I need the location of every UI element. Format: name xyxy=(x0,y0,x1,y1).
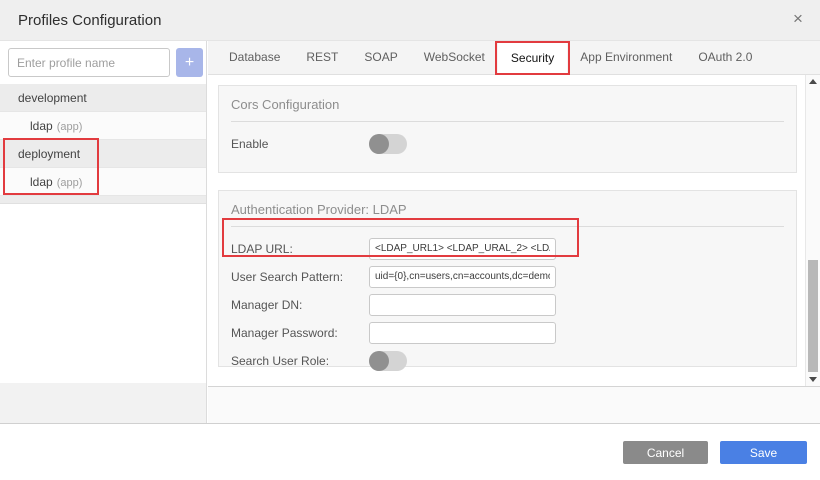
profiles-sidebar: + development ldap(app) deployment ldap(… xyxy=(0,41,207,423)
content-bottom-strip xyxy=(208,386,820,423)
app-suffix: (app) xyxy=(57,177,83,189)
security-tab-content: Cors Configuration Enable Authentication… xyxy=(208,75,820,386)
vertical-scrollbar xyxy=(805,75,820,386)
toggle-knob xyxy=(369,134,389,154)
ldap-section-title: Authentication Provider: LDAP xyxy=(231,191,784,227)
tab-bar: Database REST SOAP WebSocket Security Ap… xyxy=(208,41,820,75)
search-user-role-toggle[interactable] xyxy=(369,351,407,371)
profile-item-deployment-ldap[interactable]: ldap(app) xyxy=(0,168,206,196)
dialog-title: Profiles Configuration xyxy=(18,0,161,41)
tab-oauth[interactable]: OAuth 2.0 xyxy=(685,41,765,74)
tab-security[interactable]: Security xyxy=(498,41,567,74)
profile-name-input[interactable] xyxy=(8,48,170,77)
scroll-down-icon[interactable] xyxy=(809,377,817,382)
ldap-provider-card: Authentication Provider: LDAP LDAP URL: … xyxy=(218,190,797,367)
main-panel: Database REST SOAP WebSocket Security Ap… xyxy=(208,41,820,423)
ldap-url-input[interactable] xyxy=(369,238,556,260)
app-suffix: (app) xyxy=(57,121,83,133)
manager-password-label: Manager Password: xyxy=(231,326,369,340)
profile-list-tail xyxy=(0,196,206,204)
profiles-configuration-dialog: Profiles Configuration × + development l… xyxy=(0,0,820,480)
manager-dn-label: Manager DN: xyxy=(231,298,369,312)
manager-password-input[interactable] xyxy=(369,322,556,344)
dialog-header: Profiles Configuration × xyxy=(0,0,820,41)
cors-section-title: Cors Configuration xyxy=(231,86,784,122)
dialog-footer: Cancel Save xyxy=(0,423,820,480)
tab-soap[interactable]: SOAP xyxy=(351,41,410,74)
profile-item-deployment[interactable]: deployment xyxy=(0,140,206,168)
sidebar-bottom-strip xyxy=(0,383,206,423)
tab-app-environment[interactable]: App Environment xyxy=(567,41,685,74)
cors-enable-toggle[interactable] xyxy=(369,134,407,154)
cancel-button[interactable]: Cancel xyxy=(623,441,708,464)
close-icon[interactable]: × xyxy=(788,9,808,29)
tab-rest[interactable]: REST xyxy=(293,41,351,74)
manager-dn-input[interactable] xyxy=(369,294,556,316)
scroll-up-icon[interactable] xyxy=(809,79,817,84)
toggle-knob xyxy=(369,351,389,371)
add-profile-button[interactable]: + xyxy=(176,48,203,77)
tab-database[interactable]: Database xyxy=(216,41,293,74)
scrollbar-thumb[interactable] xyxy=(808,260,818,372)
save-button[interactable]: Save xyxy=(720,441,807,464)
search-user-role-label: Search User Role: xyxy=(231,354,369,368)
ldap-url-label: LDAP URL: xyxy=(231,242,369,256)
cors-configuration-card: Cors Configuration Enable xyxy=(218,85,797,173)
profile-item-development-ldap[interactable]: ldap(app) xyxy=(0,112,206,140)
profile-list: development ldap(app) deployment ldap(ap… xyxy=(0,84,206,204)
user-search-pattern-label: User Search Pattern: xyxy=(231,270,369,284)
profile-item-development[interactable]: development xyxy=(0,84,206,112)
user-search-pattern-input[interactable] xyxy=(369,266,556,288)
enable-label: Enable xyxy=(231,137,369,151)
tab-websocket[interactable]: WebSocket xyxy=(411,41,498,74)
